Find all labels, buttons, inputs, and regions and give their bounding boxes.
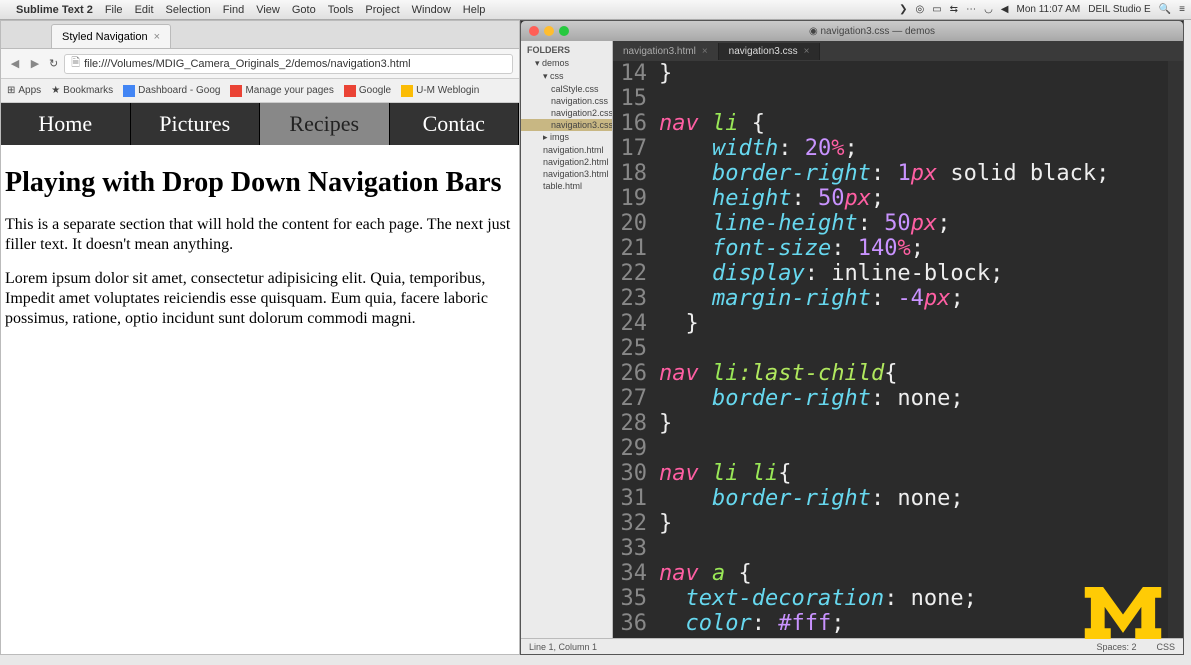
menu-goto[interactable]: Goto <box>292 4 316 16</box>
menubar-icon[interactable]: ❯ <box>899 4 907 15</box>
code-content[interactable]: } nav li { width: 20%; border-right: 1px… <box>653 61 1168 638</box>
menu-window[interactable]: Window <box>412 4 451 16</box>
bookmarks-bar: ⊞Apps ★Bookmarks Dashboard - Goog Manage yo… <box>1 79 519 103</box>
mac-menubar: Sublime Text 2 File Edit Selection Find View… <box>0 0 1191 20</box>
editor-tab[interactable]: navigation3.css× <box>719 43 821 60</box>
menubar-icon[interactable]: ⋯ <box>966 4 976 15</box>
editor-titlebar: ◉ navigation3.css — demos <box>521 21 1183 41</box>
file-item[interactable]: calStyle.css <box>521 83 612 95</box>
gutter: 1415161718192021222324252627282930313233… <box>613 61 653 638</box>
bookmark[interactable]: ⊞Apps <box>7 85 41 96</box>
favicon <box>401 85 413 97</box>
tab-title: Styled Navigation <box>62 31 148 43</box>
favicon <box>123 85 135 97</box>
folder-demos[interactable]: ▾ demos <box>521 57 612 70</box>
menu-find[interactable]: Find <box>223 4 244 16</box>
back-icon[interactable]: ◀ <box>7 56 23 72</box>
wifi-icon[interactable]: ◡ <box>984 4 993 15</box>
sidebar-header: FOLDERS <box>521 43 612 57</box>
close-icon[interactable] <box>529 26 539 36</box>
m-logo <box>1083 587 1163 639</box>
window-title: ◉ navigation3.css — demos <box>809 26 935 37</box>
file-item[interactable]: table.html <box>521 180 612 192</box>
menu-selection[interactable]: Selection <box>166 4 211 16</box>
notifications-icon[interactable]: ≡ <box>1179 4 1185 15</box>
bookmark[interactable]: U-M Weblogin <box>401 85 479 97</box>
file-item[interactable]: navigation.css <box>521 95 612 107</box>
bookmark[interactable]: Dashboard - Goog <box>123 85 220 97</box>
bookmark[interactable]: Google <box>344 85 391 97</box>
nav-item-recipes[interactable]: Recipes <box>260 103 390 145</box>
statusbar: Line 1, Column 1 Spaces: 2 CSS <box>521 638 1183 654</box>
editor-tab[interactable]: navigation3.html× <box>613 43 719 60</box>
url-bar[interactable]: 🗎 file:///Volumes/MDIG_Camera_Originals_… <box>64 54 513 74</box>
menu-tools[interactable]: Tools <box>328 4 354 16</box>
code-editor[interactable]: 1415161718192021222324252627282930313233… <box>613 61 1183 638</box>
menubar-icon[interactable]: ⇆ <box>950 4 958 15</box>
file-item[interactable]: navigation3.css <box>521 119 612 131</box>
url-text: file:///Volumes/MDIG_Camera_Originals_2/… <box>84 58 410 70</box>
sublime-window: ◉ navigation3.css — demos FOLDERS ▾ demo… <box>520 20 1184 655</box>
menu-project[interactable]: Project <box>365 4 399 16</box>
file-icon: 🗎 <box>71 54 80 73</box>
folder-imgs[interactable]: ▸ imgs <box>521 131 612 144</box>
bookmark-icon: ★ <box>51 85 60 96</box>
close-icon[interactable]: × <box>154 31 160 43</box>
user-name[interactable]: DEIL Studio E <box>1088 4 1150 15</box>
menubar-icon[interactable]: ▭ <box>932 4 941 15</box>
site-nav: HomePicturesRecipesContac <box>1 103 519 145</box>
browser-tab-strip: Styled Navigation × <box>1 21 519 49</box>
folder-css[interactable]: ▾ css <box>521 70 612 83</box>
nav-item-contac[interactable]: Contac <box>390 103 520 145</box>
status-spaces[interactable]: Spaces: 2 <box>1096 642 1136 652</box>
nav-item-home[interactable]: Home <box>1 103 131 145</box>
favicon <box>230 85 242 97</box>
page-title: Playing with Drop Down Navigation Bars <box>5 167 515 199</box>
browser-tab[interactable]: Styled Navigation × <box>51 24 171 48</box>
bookmark-icon: ⊞ <box>7 85 15 96</box>
zoom-icon[interactable] <box>559 26 569 36</box>
menu-view[interactable]: View <box>256 4 280 16</box>
reload-icon[interactable]: ↻ <box>49 57 58 70</box>
editor-tabs: navigation3.html×navigation3.css× <box>613 41 1183 61</box>
menu-edit[interactable]: Edit <box>135 4 154 16</box>
nav-item-pictures[interactable]: Pictures <box>131 103 261 145</box>
menu-help[interactable]: Help <box>463 4 486 16</box>
status-cursor: Line 1, Column 1 <box>529 642 597 652</box>
close-icon[interactable]: × <box>804 46 810 57</box>
menu-file[interactable]: File <box>105 4 123 16</box>
file-item[interactable]: navigation2.html <box>521 156 612 168</box>
bookmark[interactable]: Manage your pages <box>230 85 333 97</box>
close-icon[interactable]: × <box>702 46 708 57</box>
file-item[interactable]: navigation3.html <box>521 168 612 180</box>
minimap[interactable] <box>1168 61 1183 638</box>
sidebar[interactable]: FOLDERS ▾ demos ▾ css calStyle.cssnaviga… <box>521 41 613 638</box>
minimize-icon[interactable] <box>544 26 554 36</box>
status-lang[interactable]: CSS <box>1156 642 1175 652</box>
spotlight-icon[interactable]: 🔍 <box>1159 4 1171 15</box>
app-name[interactable]: Sublime Text 2 <box>16 4 93 16</box>
modified-dot: ◉ <box>809 26 821 37</box>
menubar-icon[interactable]: ◎ <box>915 4 924 15</box>
favicon <box>344 85 356 97</box>
page-para-1: This is a separate section that will hol… <box>5 215 515 255</box>
file-item[interactable]: navigation2.css <box>521 107 612 119</box>
chrome-window: Styled Navigation × ◀ ▶ ↻ 🗎 file:///Volu… <box>0 20 520 655</box>
bookmark[interactable]: ★Bookmarks <box>51 85 113 96</box>
file-item[interactable]: navigation.html <box>521 144 612 156</box>
volume-icon[interactable]: ◀ <box>1001 4 1009 15</box>
forward-icon[interactable]: ▶ <box>27 56 43 72</box>
page-viewport: HomePicturesRecipesContac Playing with D… <box>1 103 519 654</box>
browser-toolbar: ◀ ▶ ↻ 🗎 file:///Volumes/MDIG_Camera_Orig… <box>1 49 519 79</box>
page-para-2: Lorem ipsum dolor sit amet, consectetur … <box>5 269 515 329</box>
clock[interactable]: Mon 11:07 AM <box>1017 4 1081 15</box>
